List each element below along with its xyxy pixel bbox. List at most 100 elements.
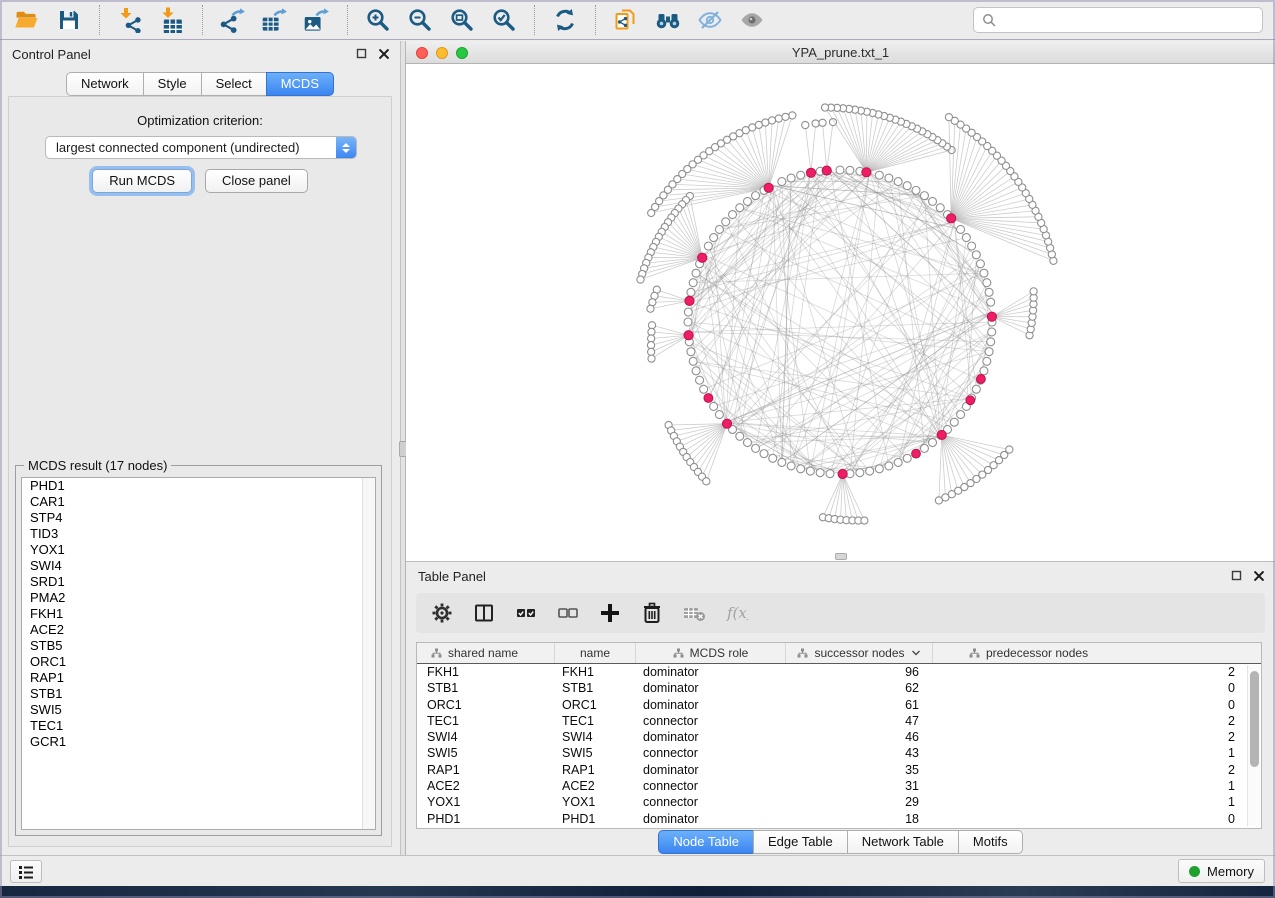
criterion-dropdown[interactable]: largest connected component (undirected) [45, 136, 357, 159]
trash-button[interactable] [638, 599, 666, 627]
hide-selected-button[interactable] [691, 4, 729, 36]
window-maximize-icon[interactable] [456, 47, 468, 59]
select-all-button[interactable] [512, 599, 540, 627]
table-cell: YOX1 [555, 794, 636, 810]
close-panel-icon[interactable] [377, 47, 390, 60]
table-row[interactable]: SWI5SWI5connector431 [417, 745, 1261, 761]
column-header-shared-name[interactable]: shared name [417, 643, 555, 663]
column-header-label: MCDS role [690, 646, 749, 660]
table-cell: ORC1 [555, 697, 636, 713]
window-close-icon[interactable] [416, 47, 428, 59]
export-table-button[interactable] [256, 4, 294, 36]
table-scrollbar[interactable] [1247, 665, 1260, 826]
mcds-result-item[interactable]: SWI5 [22, 702, 375, 718]
horizontal-splitter-handle[interactable] [835, 553, 847, 560]
zoom-in-button[interactable] [359, 4, 397, 36]
mcds-result-item[interactable]: TEC1 [22, 718, 375, 734]
run-mcds-button[interactable]: Run MCDS [92, 169, 192, 193]
table-row[interactable]: SWI4SWI4dominator462 [417, 729, 1261, 745]
column-header-mcds-role[interactable]: MCDS role [636, 643, 786, 663]
table-cell: 35 [786, 762, 933, 778]
refresh-button[interactable] [546, 4, 584, 36]
table-row[interactable]: RAP1RAP1dominator352 [417, 762, 1261, 778]
table-row[interactable]: FKH1FKH1dominator962 [417, 664, 1261, 680]
table-row[interactable]: PHD1PHD1dominator180 [417, 811, 1261, 827]
save-session-button[interactable] [50, 4, 88, 36]
add-button[interactable] [596, 599, 624, 627]
mcds-result-item[interactable]: ORC1 [22, 654, 375, 670]
table-row[interactable]: YOX1YOX1connector291 [417, 794, 1261, 810]
open-session-button[interactable] [8, 4, 46, 36]
zoom-out-button[interactable] [401, 4, 439, 36]
columns-button[interactable] [470, 599, 498, 627]
network-window-titlebar[interactable]: YPA_prune.txt_1 [406, 41, 1275, 64]
mcds-result-list[interactable]: PHD1CAR1STP4TID3YOX1SWI4SRD1PMA2FKH1ACE2… [21, 477, 376, 830]
tab-edge-table[interactable]: Edge Table [753, 830, 848, 854]
mcds-result-item[interactable]: CAR1 [22, 494, 375, 510]
memory-button[interactable]: Memory [1178, 859, 1265, 883]
tab-select[interactable]: Select [201, 72, 267, 96]
node-table: shared namename MCDS role successor nodesp… [416, 642, 1262, 829]
svg-text:f(x): f(x) [726, 604, 748, 622]
open-session-icon [14, 7, 40, 33]
table-cell: PHD1 [417, 811, 555, 827]
float-panel-icon[interactable] [355, 47, 368, 60]
table-row[interactable]: TEC1TEC1connector472 [417, 713, 1261, 729]
network-canvas[interactable] [406, 64, 1275, 562]
import-table-button[interactable] [153, 4, 191, 36]
zoom-fit-button[interactable] [443, 4, 481, 36]
zoom-fit-icon [449, 7, 475, 33]
toolbar-separator [202, 5, 203, 35]
trash-icon [640, 601, 664, 625]
export-network-button[interactable] [214, 4, 252, 36]
tab-network-table[interactable]: Network Table [847, 830, 959, 854]
mcds-result-item[interactable]: STB5 [22, 638, 375, 654]
table-scrollbar-thumb[interactable] [1250, 671, 1259, 767]
mcds-result-item[interactable]: GCR1 [22, 734, 375, 750]
table-cell: TEC1 [555, 713, 636, 729]
show-all-icon [739, 7, 765, 33]
mcds-result-item[interactable]: RAP1 [22, 670, 375, 686]
mcds-result-item[interactable]: PMA2 [22, 590, 375, 606]
mcds-result-item[interactable]: SRD1 [22, 574, 375, 590]
result-list-scrollbar[interactable] [362, 478, 375, 829]
mcds-result-item[interactable]: STB1 [22, 686, 375, 702]
table-row[interactable]: STB1STB1dominator620 [417, 680, 1261, 696]
column-header-name[interactable]: name [555, 643, 636, 663]
float-panel-icon[interactable] [1230, 569, 1243, 582]
table-cell: 1 [933, 745, 1261, 761]
export-image-button[interactable] [298, 4, 336, 36]
mcds-result-item[interactable]: SWI4 [22, 558, 375, 574]
search-input[interactable] [1002, 13, 1254, 28]
table-row[interactable]: ORC1ORC1dominator610 [417, 697, 1261, 713]
column-header-predecessor-nodes[interactable]: predecessor nodes [933, 643, 1261, 663]
table-cell: PHD1 [555, 811, 636, 827]
window-minimize-icon[interactable] [436, 47, 448, 59]
binoculars-button[interactable] [649, 4, 687, 36]
panel-list-button[interactable] [10, 860, 42, 883]
column-header-successor-nodes[interactable]: successor nodes [786, 643, 933, 663]
gear-button[interactable] [428, 599, 456, 627]
table-cell: ORC1 [417, 697, 555, 713]
tab-node-table[interactable]: Node Table [658, 830, 754, 854]
zoom-selected-button[interactable] [485, 4, 523, 36]
close-panel-icon[interactable] [1252, 569, 1265, 582]
mcds-result-item[interactable]: TID3 [22, 526, 375, 542]
clone-network-button[interactable] [607, 4, 645, 36]
close-panel-button[interactable]: Close panel [205, 169, 308, 193]
search-box[interactable] [973, 7, 1263, 33]
mcds-result-item[interactable]: STP4 [22, 510, 375, 526]
mcds-result-item[interactable]: FKH1 [22, 606, 375, 622]
unselect-all-button[interactable] [554, 599, 582, 627]
table-cell: 96 [786, 664, 933, 680]
table-row[interactable]: ACE2ACE2connector311 [417, 778, 1261, 794]
tab-motifs[interactable]: Motifs [958, 830, 1023, 854]
tab-style[interactable]: Style [143, 72, 202, 96]
import-network-button[interactable] [111, 4, 149, 36]
network-graph[interactable] [406, 64, 1275, 562]
tab-network[interactable]: Network [66, 72, 144, 96]
mcds-result-item[interactable]: ACE2 [22, 622, 375, 638]
tab-mcds[interactable]: MCDS [266, 72, 334, 96]
mcds-result-item[interactable]: YOX1 [22, 542, 375, 558]
mcds-result-item[interactable]: PHD1 [22, 478, 375, 494]
